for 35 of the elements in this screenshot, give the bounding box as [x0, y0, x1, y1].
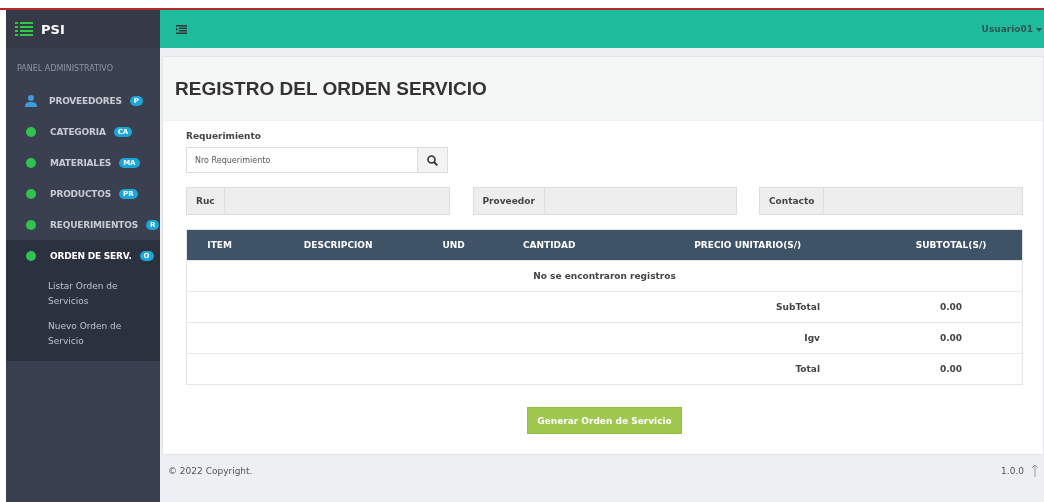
column-header: DESCRIPCION — [252, 229, 425, 261]
column-header: CANTIDAD — [483, 229, 616, 261]
version-text: 1.0.0 — [1001, 466, 1024, 476]
sidebar-header: PANEL ADMINISTRATIVO — [16, 63, 114, 75]
total-label: SubTotal — [776, 302, 820, 312]
app-logo-text[interactable]: PSI — [41, 21, 65, 37]
submenu-item[interactable]: Nuevo Orden de Servicio — [6, 315, 160, 355]
page-title: REGISTRO DEL ORDEN SERVICIO — [175, 77, 487, 100]
search-icon — [427, 154, 438, 166]
copyright-text: © 2022 Copyright. — [168, 466, 253, 476]
user-menu[interactable]: Usuario01 — [981, 24, 1044, 34]
caret-icon — [1036, 27, 1042, 32]
menu-icon[interactable] — [176, 24, 187, 34]
requirement-input[interactable]: Nro Requerimiento — [186, 147, 418, 173]
total-value: 0.00 — [939, 333, 963, 343]
field-label: Requerimiento — [186, 131, 262, 141]
status-dot-icon — [26, 250, 36, 261]
column-header: ITEM — [186, 229, 253, 261]
total-value: 0.00 — [939, 302, 963, 312]
total-label: Igv — [804, 333, 820, 343]
column-header: PRECIO UNITARIO(S/) — [615, 229, 880, 261]
status-dot-icon — [26, 126, 36, 137]
submenu-item[interactable]: Listar Orden de Servicios — [6, 275, 160, 315]
list-icon — [15, 22, 33, 36]
total-value: 0.00 — [939, 364, 963, 374]
empty-message: No se encontraron registros — [186, 260, 1023, 292]
search-button[interactable] — [418, 147, 448, 173]
total-label: Total — [795, 364, 820, 374]
status-dot-icon — [26, 188, 36, 199]
column-header: UND — [424, 229, 484, 261]
column-header: SUBTOTAL(S/) — [880, 229, 1023, 261]
user-icon — [25, 94, 37, 107]
status-dot-icon — [26, 157, 36, 168]
arrow-up-icon[interactable] — [1032, 465, 1038, 477]
status-dot-icon — [26, 219, 36, 230]
